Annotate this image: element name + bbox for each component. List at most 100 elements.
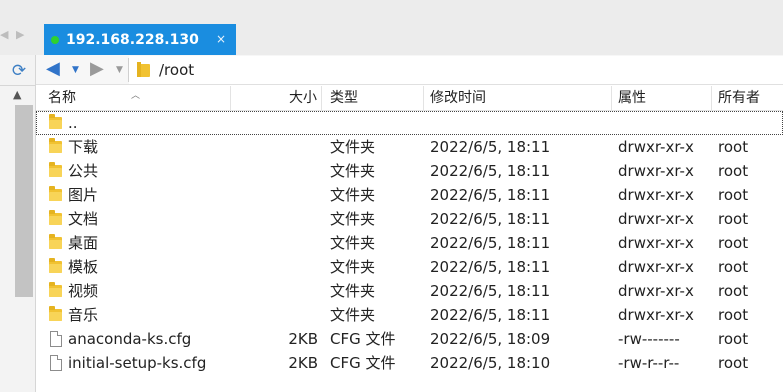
folder-icon <box>49 186 63 203</box>
file-size <box>231 135 318 159</box>
file-size <box>231 231 318 255</box>
tab-title: 192.168.228.130 <box>66 31 199 48</box>
folder-icon <box>49 210 63 227</box>
file-attributes: drwxr-xr-x <box>618 282 694 300</box>
file-name: 图片 <box>68 186 99 204</box>
column-attributes[interactable]: 属性 <box>612 86 712 111</box>
file-row[interactable]: 下载 文件夹 2022/6/5, 18:11 drwxr-xr-x root <box>36 135 783 159</box>
file-size <box>231 303 318 327</box>
folder-icon <box>49 258 63 275</box>
forward-history-dropdown-icon[interactable]: ▼ <box>116 65 123 75</box>
file-row[interactable]: 桌面 文件夹 2022/6/5, 18:11 drwxr-xr-x root <box>36 231 783 255</box>
file-attributes: -rw------- <box>618 330 680 348</box>
file-attributes: drwxr-xr-x <box>618 210 694 228</box>
file-owner: root <box>718 282 749 300</box>
file-size <box>231 255 318 279</box>
file-name: 文档 <box>68 210 99 228</box>
connected-status-icon <box>51 35 59 44</box>
column-size[interactable]: 大小 <box>231 86 322 111</box>
column-owner-label: 所有者 <box>718 90 760 106</box>
tab-scroll-left-icon[interactable]: ◀ <box>0 28 8 41</box>
file-size <box>231 159 318 183</box>
file-modified: 2022/6/5, 18:09 <box>430 330 551 348</box>
file-modified: 2022/6/5, 18:11 <box>430 162 551 180</box>
file-attributes: -rw-r--r-- <box>618 354 680 372</box>
path-bar[interactable]: /root <box>129 56 783 84</box>
file-row[interactable]: 图片 文件夹 2022/6/5, 18:11 drwxr-xr-x root <box>36 183 783 207</box>
file-name: 视频 <box>68 282 99 300</box>
file-size <box>231 183 318 207</box>
file-modified: 2022/6/5, 18:10 <box>430 354 551 372</box>
file-name: .. <box>68 114 78 132</box>
column-modified[interactable]: 修改时间 <box>424 86 612 111</box>
sort-ascending-icon: ︿ <box>131 91 141 101</box>
file-modified: 2022/6/5, 18:11 <box>430 210 551 228</box>
chevron-up-icon[interactable]: ▲ <box>13 88 21 101</box>
tab-session[interactable]: 192.168.228.130 × <box>44 24 236 55</box>
folder-icon <box>49 162 63 179</box>
file-type: 文件夹 <box>330 210 376 228</box>
column-name[interactable]: 名称 ︿ <box>36 86 231 111</box>
file-modified: 2022/6/5, 18:11 <box>430 258 551 276</box>
file-row[interactable]: 模板 文件夹 2022/6/5, 18:11 drwxr-xr-x root <box>36 255 783 279</box>
folder-icon <box>49 234 63 251</box>
file-type: 文件夹 <box>330 138 376 156</box>
file-owner: root <box>718 210 749 228</box>
file-name: anaconda-ks.cfg <box>68 330 192 348</box>
file-modified <box>430 111 612 135</box>
file-modified: 2022/6/5, 18:11 <box>430 186 551 204</box>
column-attributes-label: 属性 <box>618 90 646 106</box>
file-size: 2KB <box>288 330 318 348</box>
file-owner: root <box>718 306 749 324</box>
file-name: 公共 <box>68 162 99 180</box>
scrollbar-thumb[interactable] <box>15 105 33 297</box>
back-arrow-icon[interactable]: ◀ <box>46 58 68 80</box>
column-header: 名称 ︿ 大小 类型 修改时间 属性 所有者 <box>36 86 783 111</box>
file-name: 模板 <box>68 258 99 276</box>
left-pane: ⟳ ▲ <box>0 55 36 392</box>
tab-scroll-arrows[interactable]: ◀ ▶ <box>0 28 36 46</box>
file-name: initial-setup-ks.cfg <box>68 354 207 372</box>
folder-icon <box>137 62 150 77</box>
tab-scroll-right-icon[interactable]: ▶ <box>16 28 24 41</box>
file-modified: 2022/6/5, 18:11 <box>430 138 551 156</box>
file-size <box>231 279 318 303</box>
file-owner: root <box>718 330 749 348</box>
column-name-label: 名称 <box>48 90 76 106</box>
file-type <box>330 111 424 135</box>
refresh-icon[interactable]: ⟳ <box>9 61 29 81</box>
file-attributes <box>618 111 712 135</box>
toolbar: ◀ ▼ ▶ ▼ /root <box>36 55 783 85</box>
file-type: 文件夹 <box>330 186 376 204</box>
file-type: CFG 文件 <box>330 354 396 372</box>
file-type: CFG 文件 <box>330 330 396 348</box>
column-owner[interactable]: 所有者 <box>712 86 783 111</box>
file-row[interactable]: 文档 文件夹 2022/6/5, 18:11 drwxr-xr-x root <box>36 207 783 231</box>
tab-close-icon[interactable]: × <box>216 32 226 46</box>
file-modified: 2022/6/5, 18:11 <box>430 306 551 324</box>
tab-strip: ◀ ▶ 192.168.228.130 × <box>0 0 783 55</box>
divider <box>0 85 36 86</box>
file-row[interactable]: .. <box>36 111 783 135</box>
file-attributes: drwxr-xr-x <box>618 138 694 156</box>
file-row[interactable]: initial-setup-ks.cfg 2KB CFG 文件 2022/6/5, 1… <box>36 351 783 375</box>
sftp-browser-window: ◀ ▶ 192.168.228.130 × ⟳ ▲ ◀ ▼ ▶ ▼ /root … <box>0 0 783 392</box>
file-row[interactable]: anaconda-ks.cfg 2KB CFG 文件 2022/6/5, 18:09 -… <box>36 327 783 351</box>
back-history-dropdown-icon[interactable]: ▼ <box>72 65 79 75</box>
file-owner: root <box>718 138 749 156</box>
forward-arrow-icon[interactable]: ▶ <box>90 58 112 80</box>
folder-icon <box>49 138 63 155</box>
file-modified: 2022/6/5, 18:11 <box>430 282 551 300</box>
column-type[interactable]: 类型 <box>322 86 424 111</box>
column-type-label: 类型 <box>330 90 358 106</box>
file-owner: root <box>718 162 749 180</box>
folder-icon <box>49 114 63 131</box>
column-size-label: 大小 <box>289 90 317 106</box>
file-icon <box>49 331 63 347</box>
file-row[interactable]: 音乐 文件夹 2022/6/5, 18:11 drwxr-xr-x root <box>36 303 783 327</box>
file-row[interactable]: 视频 文件夹 2022/6/5, 18:11 drwxr-xr-x root <box>36 279 783 303</box>
file-size: 2KB <box>288 354 318 372</box>
file-name: 桌面 <box>68 234 99 252</box>
file-row[interactable]: 公共 文件夹 2022/6/5, 18:11 drwxr-xr-x root <box>36 159 783 183</box>
path-text: /root <box>159 61 195 79</box>
